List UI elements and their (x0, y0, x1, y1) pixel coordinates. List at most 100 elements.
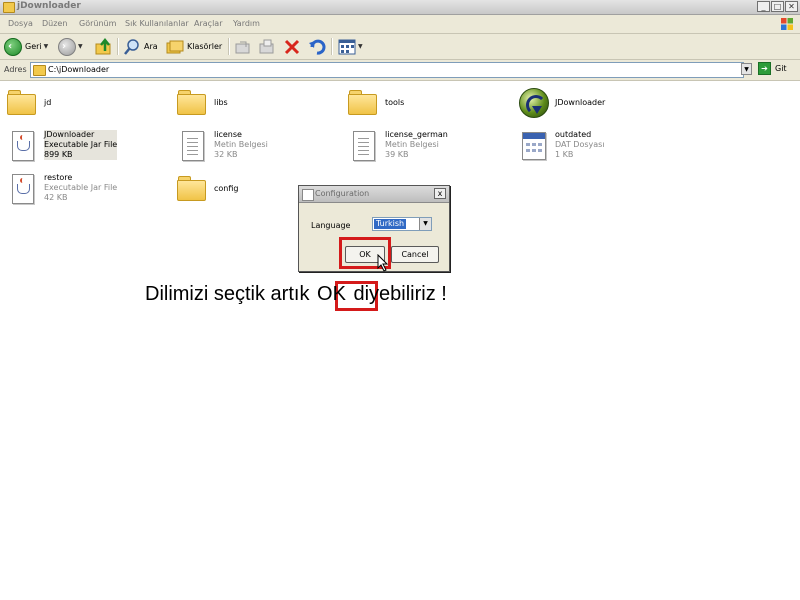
dialog-close-button[interactable]: x (434, 188, 446, 199)
minimize-button[interactable]: _ (757, 1, 770, 12)
file-name: libs (214, 98, 228, 107)
dialog-title: Configuration (315, 189, 370, 198)
caption-text-after: diyebiliriz ! (347, 283, 447, 305)
folder-icon (176, 173, 208, 205)
file-type: Metin Belgesi (214, 140, 268, 149)
toolbar: ‹ Geri ▼ › ▼ Ara Klasörler ▼ (0, 34, 800, 60)
menu-araclar[interactable]: Araçlar (194, 19, 222, 28)
search-button[interactable]: Ara (123, 37, 158, 56)
file-type: Executable Jar File (44, 183, 118, 192)
views-dropdown-icon[interactable]: ▼ (358, 43, 363, 50)
file-item-license[interactable]: license Metin Belgesi 32 KB (176, 130, 268, 162)
delete-button[interactable] (283, 37, 301, 56)
undo-button[interactable] (308, 37, 326, 56)
file-item-license-german[interactable]: license_german Metin Belgesi 39 KB (347, 130, 448, 162)
folders-icon (166, 40, 184, 53)
copy-to-button[interactable] (258, 37, 276, 56)
instruction-caption: Dilimizi seçtik artık OK diyebiliriz ! (145, 283, 447, 306)
back-button[interactable]: ‹ Geri ▼ (4, 37, 48, 56)
menu-duzen[interactable]: Düzen (42, 19, 67, 28)
window-title: jDownloader (17, 1, 81, 11)
file-name: JDownloader (555, 98, 606, 107)
file-item-tools[interactable]: tools (347, 87, 404, 119)
search-icon (124, 38, 139, 55)
back-label: Geri (25, 42, 42, 51)
go-button[interactable]: ➔ Git (758, 62, 787, 75)
java-jar-icon (6, 173, 38, 205)
toolbar-separator (117, 38, 119, 55)
address-bar: Adres C:\jDownloader ▼ ➔ Git (0, 60, 800, 81)
address-label: Adres (4, 65, 27, 74)
file-item-libs[interactable]: libs (176, 87, 228, 119)
mouse-cursor-icon (377, 254, 389, 272)
file-item-jd[interactable]: jd (6, 87, 51, 119)
file-size: 1 KB (555, 150, 574, 159)
menu-yardim[interactable]: Yardım (233, 19, 260, 28)
delete-x-icon (284, 39, 300, 54)
text-document-icon (176, 130, 208, 162)
file-item-outdated[interactable]: outdated DAT Dosyası 1 KB (517, 130, 605, 162)
menu-gorunum[interactable]: Görünüm (79, 19, 116, 28)
file-type: DAT Dosyası (555, 140, 605, 149)
back-dropdown-icon[interactable]: ▼ (44, 43, 49, 50)
file-size: 899 KB (44, 150, 118, 160)
java-jar-icon (6, 130, 38, 162)
up-folder-icon (95, 37, 111, 54)
file-size: 42 KB (44, 193, 68, 202)
folders-button[interactable]: Klasörler (166, 37, 222, 56)
file-size: 32 KB (214, 150, 238, 159)
go-arrow-icon: ➔ (758, 62, 771, 75)
language-select[interactable]: Turkish ▼ (372, 217, 432, 231)
text-document-icon (347, 130, 379, 162)
cancel-button[interactable]: Cancel (391, 246, 439, 263)
views-grid-icon (338, 39, 356, 54)
folders-label: Klasörler (187, 42, 223, 51)
forward-button[interactable]: › ▼ (58, 37, 83, 56)
file-item-jdownloader-app[interactable]: JDownloader (517, 87, 605, 119)
file-name: license (214, 130, 242, 139)
up-folder-button[interactable] (95, 37, 113, 56)
file-name: outdated (555, 130, 592, 139)
dat-file-icon (517, 130, 549, 162)
copy-to-folder-icon (259, 39, 274, 53)
folder-icon (33, 65, 46, 76)
language-selected-value: Turkish (374, 219, 407, 229)
file-name: restore (44, 173, 73, 182)
file-item-restore[interactable]: restore Executable Jar File 42 KB (6, 173, 117, 205)
file-name: config (214, 184, 239, 193)
chevron-down-icon[interactable]: ▼ (419, 218, 431, 230)
address-input[interactable]: C:\jDownloader (30, 62, 744, 78)
maximize-button[interactable]: □ (771, 1, 784, 12)
file-item-jdownloader-jar[interactable]: JDownloader Executable Jar File 899 KB (6, 130, 118, 162)
file-name: JDownloader (44, 130, 118, 140)
jdownloader-logo-icon (517, 87, 549, 119)
dialog-titlebar: Configuration x (299, 186, 449, 203)
address-value: C:\jDownloader (48, 65, 110, 74)
toolbar-separator (331, 38, 333, 55)
move-to-folder-icon (235, 41, 250, 53)
go-label: Git (775, 64, 787, 73)
caption-ok-word: OK (317, 283, 346, 305)
toolbar-separator (228, 38, 230, 55)
file-size: 39 KB (385, 150, 409, 159)
file-item-config[interactable]: config (176, 173, 238, 205)
file-type: Executable Jar File (44, 140, 118, 150)
search-label: Ara (144, 42, 158, 51)
close-button[interactable]: ✕ (785, 1, 798, 12)
menu-sik-kullanilanlar[interactable]: Sık Kullanılanlar (125, 19, 189, 28)
views-button[interactable]: ▼ (338, 37, 363, 56)
file-name: jd (44, 98, 52, 107)
file-type: Metin Belgesi (385, 140, 439, 149)
forward-arrow-icon: › (58, 37, 76, 56)
folder-icon (176, 87, 208, 119)
file-name: license_german (385, 130, 448, 139)
window-titlebar: jDownloader _ □ ✕ (0, 0, 800, 15)
address-dropdown-icon[interactable]: ▼ (741, 63, 752, 75)
move-to-button[interactable] (234, 37, 252, 56)
undo-icon (309, 39, 326, 55)
caption-text-before: Dilimizi seçtik artık (145, 283, 316, 305)
java-window-icon (302, 189, 314, 201)
menu-dosya[interactable]: Dosya (8, 19, 33, 28)
forward-dropdown-icon[interactable]: ▼ (78, 43, 83, 50)
menubar: Dosya Düzen Görünüm Sık Kullanılanlar Ar… (0, 15, 800, 34)
